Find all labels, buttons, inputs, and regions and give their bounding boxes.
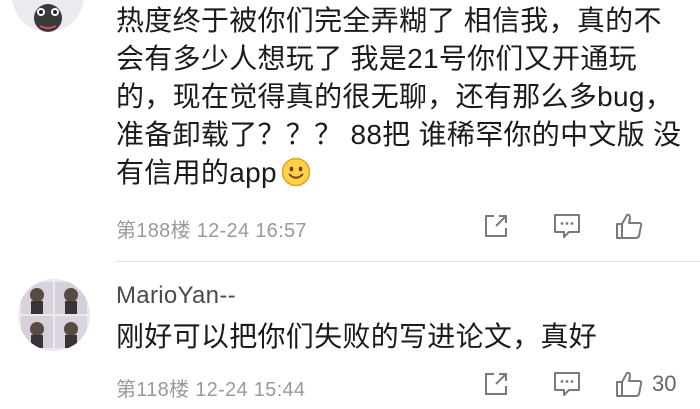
like-button[interactable] (614, 206, 644, 246)
comment-meta: 第118楼 12-24 15:44 (116, 373, 305, 402)
reply-icon (554, 372, 580, 396)
reply-button[interactable] (552, 206, 582, 246)
like-button[interactable]: 30 (614, 364, 676, 404)
avatar[interactable] (12, 0, 84, 32)
comment-time: 12-24 15:44 (195, 379, 306, 401)
share-button[interactable] (482, 364, 510, 404)
like-icon (616, 213, 643, 239)
reply-icon (554, 214, 580, 238)
floor-number: 第118楼 (116, 379, 190, 401)
comment-time: 12-24 16:57 (196, 220, 307, 242)
floor-number: 第188楼 (116, 220, 191, 242)
comment-text: 热度终于被你们完全弄糊了 相信我，真的不会有多少人想玩了 我是21号你们又开通玩… (116, 2, 682, 192)
comment-text: 刚好可以把你们失败的写进论文，真好 (116, 321, 598, 352)
like-icon (616, 371, 643, 397)
avatar[interactable] (18, 279, 90, 351)
comment-text-content: 热度终于被你们完全弄糊了 相信我，真的不会有多少人想玩了 我是21号你们又开通玩… (116, 5, 682, 188)
share-icon (485, 215, 507, 237)
reply-button[interactable] (552, 364, 582, 404)
comment-actions (460, 206, 700, 246)
share-icon (485, 373, 507, 395)
comment-meta: 第188楼 12-24 16:57 (116, 214, 307, 243)
comment-item: 热度终于被你们完全弄糊了 相信我，真的不会有多少人想玩了 我是21号你们又开通玩… (0, 0, 700, 262)
comment-actions: 30 (460, 364, 700, 404)
share-button[interactable] (482, 206, 510, 246)
username[interactable]: MarioYan-- (116, 282, 236, 310)
smiley-emoji-icon (281, 157, 311, 187)
comment-item: MarioYan-- 刚好可以把你们失败的写进论文，真好 第118楼 12-24… (0, 262, 700, 409)
like-count: 30 (652, 371, 677, 396)
